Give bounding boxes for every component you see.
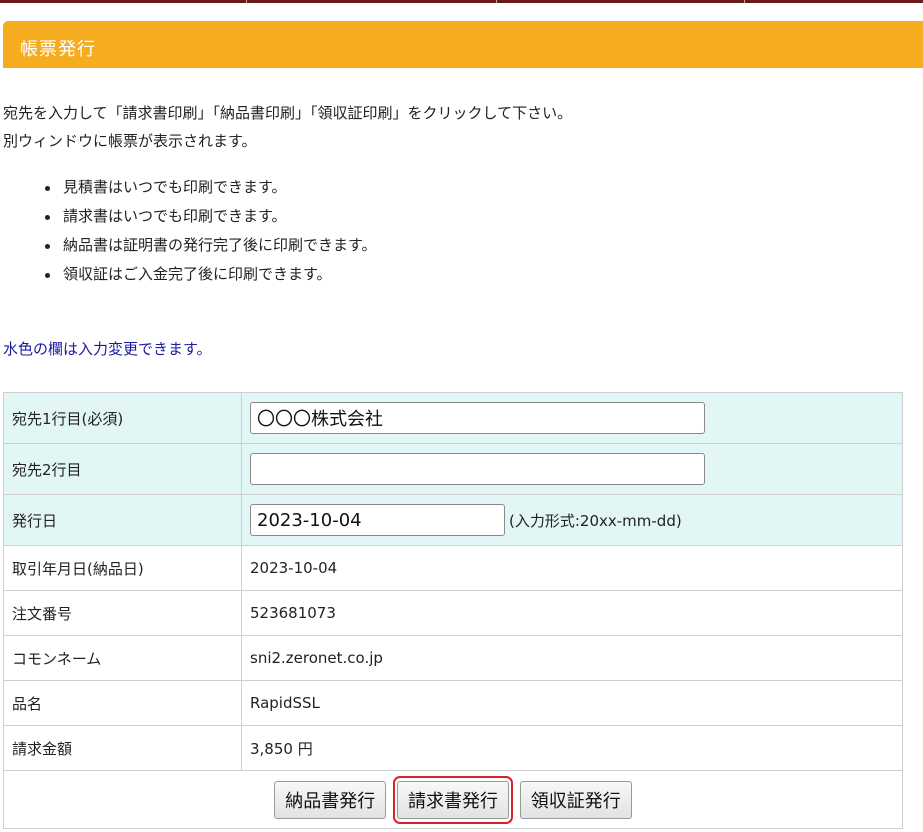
issue-delivery-note-button[interactable]: 納品書発行 [274,780,387,819]
list-item: 請求書はいつでも印刷できます。 [43,202,377,231]
address2-label: 宛先2行目 [3,443,242,495]
table-row: 納品書発行 請求書発行 領収証発行 [3,770,903,829]
intro-line-1: 宛先を入力して「請求書印刷」「納品書印刷」「領収証印刷」をクリックして下さい。 [3,104,573,122]
issue-date-label: 発行日 [3,494,242,546]
top-bar [0,0,923,3]
transaction-date-label: 取引年月日(納品日) [3,545,242,591]
order-number-label: 注文番号 [3,590,242,636]
table-row: 品名 RapidSSL [3,680,903,726]
address1-cell [241,392,903,444]
highlight-frame: 請求書発行 [393,775,513,824]
section-header: 帳票発行 [3,21,923,68]
table-row: 取引年月日(納品日) 2023-10-04 [3,545,903,591]
intro-line-2: 別ウィンドウに帳票が表示されます。 [3,132,257,150]
top-bar-separator [744,0,745,3]
issue-date-cell: (入力形式:20xx-mm-dd) [241,494,903,546]
address2-cell [241,443,903,495]
transaction-date-value: 2023-10-04 [241,545,903,591]
billing-amount-value: 3,850 円 [241,725,903,771]
issue-date-input[interactable] [250,504,505,536]
print-conditions-list: 見積書はいつでも印刷できます。 請求書はいつでも印刷できます。 納品書は証明書の… [43,173,377,289]
common-name-label: コモンネーム [3,635,242,681]
list-item: 見積書はいつでも印刷できます。 [43,173,377,202]
address2-input[interactable] [250,453,705,485]
product-name-label: 品名 [3,680,242,726]
billing-amount-label: 請求金額 [3,725,242,771]
issue-receipt-button[interactable]: 領収証発行 [519,780,632,819]
intro-text: 宛先を入力して「請求書印刷」「納品書印刷」「領収証印刷」をクリックして下さい。 … [3,99,572,155]
table-row: コモンネーム sni2.zeronet.co.jp [3,635,903,681]
editable-note: 水色の欄は入力変更できます。 [3,340,212,358]
table-row: 宛先2行目 [3,443,903,495]
order-number-value: 523681073 [241,590,903,636]
table-row: 請求金額 3,850 円 [3,725,903,771]
list-item: 領収証はご入金完了後に印刷できます。 [43,260,377,289]
top-bar-separator [496,0,497,3]
page-title: 帳票発行 [20,39,96,60]
product-name-value: RapidSSL [241,680,903,726]
table-row: 注文番号 523681073 [3,590,903,636]
issue-invoice-button[interactable]: 請求書発行 [397,780,509,819]
address1-input[interactable] [250,402,705,434]
button-cell: 納品書発行 請求書発行 領収証発行 [3,770,903,829]
table-row: 宛先1行目(必須) [3,392,903,444]
date-format-hint: (入力形式:20xx-mm-dd) [509,511,682,530]
address1-label: 宛先1行目(必須) [3,392,242,444]
table-row: 発行日 (入力形式:20xx-mm-dd) [3,494,903,546]
common-name-value: sni2.zeronet.co.jp [241,635,903,681]
list-item: 納品書は証明書の発行完了後に印刷できます。 [43,231,377,260]
invoice-form-table: 宛先1行目(必須) 宛先2行目 発行日 (入力形式:20xx-mm-dd) 取引… [3,392,903,829]
top-bar-separator [246,0,247,3]
